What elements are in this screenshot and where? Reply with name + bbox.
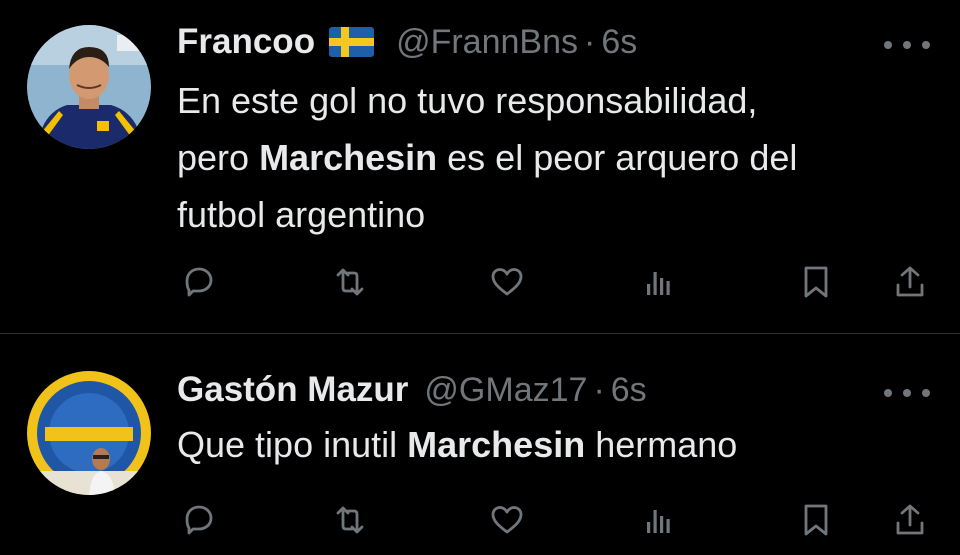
text-segment: es el peor arquero del: [437, 137, 798, 178]
views-icon[interactable]: [636, 260, 680, 304]
text-segment: Que tipo inutil: [177, 424, 408, 465]
user-handle[interactable]: @FrannBns: [396, 23, 578, 62]
share-icon[interactable]: [888, 260, 932, 304]
reply-icon[interactable]: [177, 498, 221, 542]
avatar[interactable]: [27, 371, 151, 495]
user-handle[interactable]: @GMaz17: [424, 371, 587, 410]
display-name[interactable]: Francoo: [177, 22, 315, 62]
text-segment: hermano: [585, 424, 738, 465]
share-icon[interactable]: [888, 498, 932, 542]
timestamp[interactable]: 6s: [601, 23, 637, 62]
tweet-actions: [0, 498, 960, 542]
tweet-actions: [0, 260, 960, 304]
retweet-icon[interactable]: [328, 260, 372, 304]
like-icon[interactable]: [485, 260, 529, 304]
tweet-text: En este gol no tuvo responsabilidad, pero…: [177, 72, 937, 243]
tweet-header: Gastón Mazur @GMaz17 · 6s: [177, 368, 647, 412]
views-icon[interactable]: [636, 498, 680, 542]
mention-name: Marchesin: [259, 137, 438, 178]
sweden-flag-icon: [329, 27, 375, 57]
avatar[interactable]: [27, 25, 151, 149]
tweet-text: Que tipo inutil Marchesin hermano: [177, 416, 937, 473]
text-segment: futbol argentino: [177, 194, 426, 235]
timeline: Francoo @FrannBns · 6s En este gol no tu…: [0, 0, 960, 555]
bookmark-icon[interactable]: [794, 260, 838, 304]
retweet-icon[interactable]: [328, 498, 372, 542]
bookmark-icon[interactable]: [794, 498, 838, 542]
display-name[interactable]: Gastón Mazur: [177, 370, 408, 410]
text-segment: pero: [177, 137, 260, 178]
more-icon[interactable]: [884, 35, 930, 55]
tweet[interactable]: Gastón Mazur @GMaz17 · 6s Que tipo inuti…: [0, 334, 960, 555]
separator-dot: ·: [593, 370, 605, 409]
tweet[interactable]: Francoo @FrannBns · 6s En este gol no tu…: [0, 0, 960, 334]
reply-icon[interactable]: [177, 260, 221, 304]
mention-name: Marchesin: [407, 424, 586, 465]
more-icon[interactable]: [884, 383, 930, 403]
timestamp[interactable]: 6s: [611, 371, 647, 410]
text-segment: En este gol no tuvo responsabilidad,: [177, 80, 758, 121]
tweet-header: Francoo @FrannBns · 6s: [177, 20, 637, 64]
like-icon[interactable]: [485, 498, 529, 542]
separator-dot: ·: [584, 22, 596, 61]
